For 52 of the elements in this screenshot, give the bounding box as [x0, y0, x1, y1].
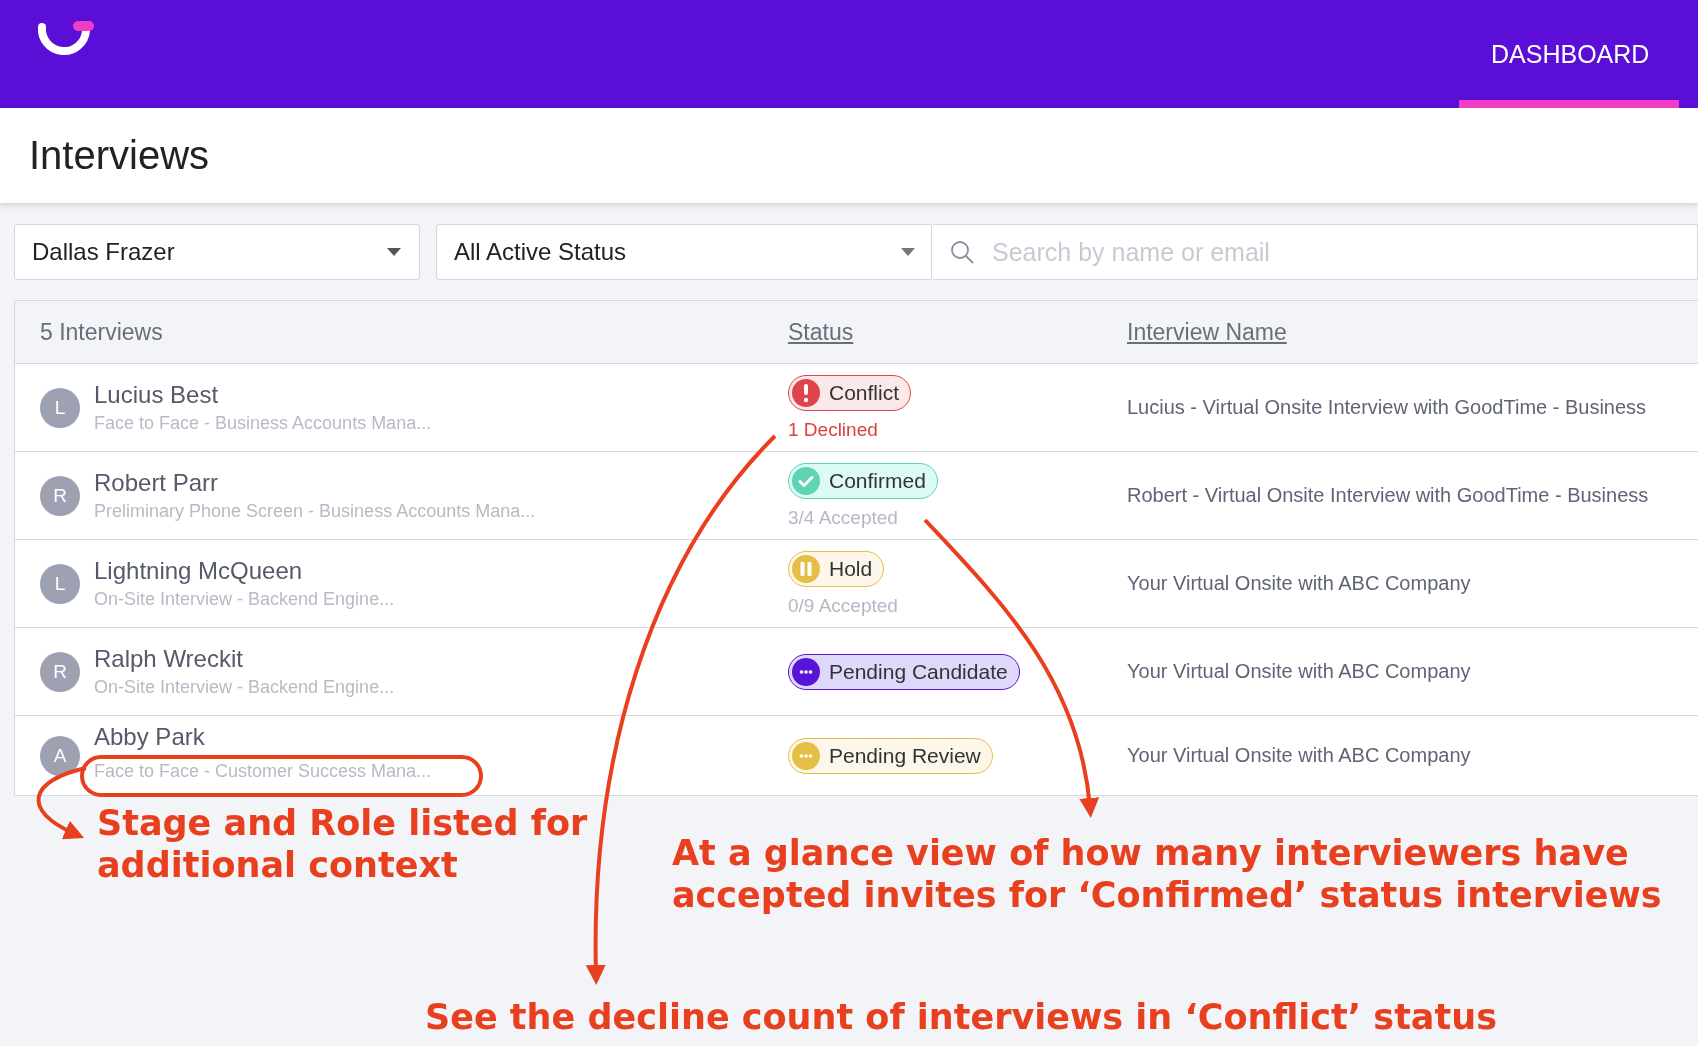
interview-name: Your Virtual Onsite with ABC Company [1127, 572, 1472, 595]
candidate-name: Lucius Best [94, 381, 220, 409]
interview-name: Lucius - Virtual Onsite Interview with GoodTime - Business [1127, 396, 1648, 419]
avatar: R [40, 475, 80, 516]
interview-count: 5 Interviews [39, 318, 164, 346]
avatar: R [40, 651, 80, 692]
ellipsis-icon [792, 741, 820, 770]
search-bar[interactable]: Search by name or email [932, 224, 1698, 280]
interview-name: Robert - Virtual Onsite Interview with GoodTime - Business [1127, 484, 1650, 507]
search-field[interactable]: Search by name or email [990, 236, 1697, 268]
avatar: L [40, 387, 80, 428]
caret-icon [901, 248, 915, 256]
avatar: L [40, 563, 80, 604]
interview-name: Your Virtual Onsite with ABC Company [1127, 660, 1472, 683]
status-badge: Confirmed [788, 462, 938, 499]
status-badge: Pending Candidate [788, 653, 1020, 690]
candidate-name: Robert Parr [94, 469, 220, 497]
stage-role-text: On-Site Interview - Backend Engine... [94, 589, 395, 610]
interview-row[interactable]: L Lucius Best Face to Face - Business Accounts Mana... Conflict 1 Declined Lucius - Virtual Onsite Interview with GoodTime - Business [15, 364, 1698, 452]
caret-icon [387, 248, 401, 256]
annotation-text: See the decline count of interviews in ‘Conflict’ status [425, 996, 1497, 1038]
candidate-name: Ralph Wreckit [94, 645, 244, 673]
check-icon [792, 466, 820, 495]
stage-role-text: Preliminary Phone Screen - Business Accounts Mana... [94, 501, 536, 522]
stage-role-text: Face to Face - Business Accounts Mana... [94, 413, 432, 434]
candidate-name: Abby Park [94, 723, 206, 751]
search-icon [950, 240, 974, 264]
candidate-name: Lightning McQueen [94, 557, 304, 585]
interview-row[interactable]: R Ralph Wreckit On-Site Interview - Backend Engine... Pending Candidate Your Virtual Onsite with ABC Company [15, 628, 1698, 716]
status-badge: Pending Review [788, 737, 993, 774]
ellipsis-icon [792, 657, 820, 686]
stage-role-text: On-Site Interview - Backend Engine... [94, 677, 395, 698]
column-header[interactable]: Status [788, 318, 1127, 346]
annotation-text: At a glance view of how many interviewers have accepted invites for ‘Confirmed’ status interviews [672, 832, 1663, 916]
status-badge: Hold [788, 550, 885, 587]
status-select[interactable]: All Active Status [436, 224, 932, 280]
column-header[interactable]: Interview Name [1127, 318, 1287, 346]
interview-name: Your Virtual Onsite with ABC Company [1127, 744, 1472, 767]
recruiter-select[interactable]: Dallas Frazer [14, 224, 420, 280]
acceptance-note: 1 Declined [788, 418, 878, 441]
exclamation-icon [792, 378, 820, 407]
acceptance-note: 0/9 Accepted [788, 594, 898, 617]
annotation-text: Stage and Role listed for additional context [97, 802, 589, 886]
interview-row[interactable]: A Abby Park Face to Face - Customer Success Mana... Pending Review Your Virtual Onsite with ABC Company [15, 716, 1698, 795]
avatar: A [40, 735, 80, 776]
interview-row[interactable]: L Lightning McQueen On-Site Interview - Backend Engine... Hold 0/9 Accepted Your Virtual Onsite with ABC Company [15, 540, 1698, 628]
page-title: Interviews [29, 133, 210, 178]
interview-row[interactable]: R Robert Parr Preliminary Phone Screen - Business Accounts Mana... Confirmed 3/4 Accepted Robert - Virtual Onsite Interview with GoodTime - Business [15, 452, 1698, 540]
pause-icon [792, 554, 820, 583]
status-badge: Conflict [788, 374, 912, 411]
stage-role-text: Face to Face - Customer Success Mana... [94, 761, 432, 782]
acceptance-note: 3/4 Accepted [788, 506, 898, 529]
